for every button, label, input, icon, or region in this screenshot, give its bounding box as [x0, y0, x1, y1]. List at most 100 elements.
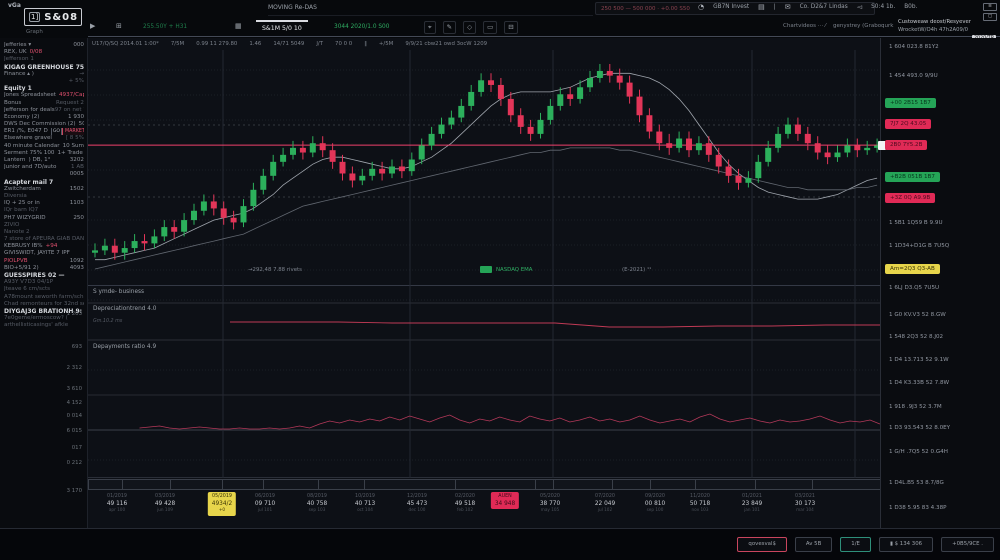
indicator-panes[interactable] [88, 285, 880, 478]
status-bar-button[interactable]: +0B5/9CE . [941, 537, 994, 552]
crosshair-icon[interactable]: ⌖ [424, 21, 436, 34]
bell-icon[interactable]: ▤ [758, 3, 765, 11]
scrollbar-segment[interactable] [364, 479, 456, 490]
status-bar-button[interactable]: ▮ $ 134 306 [879, 537, 933, 552]
watchlist-row[interactable]: BonusRequest 2 [4, 100, 84, 107]
watchlist-row[interactable]: 0005 [4, 171, 84, 178]
watchlist-row[interactable]: Chad remonteurs for 32nd service [4, 301, 84, 308]
scrollbar-segment[interactable] [553, 479, 613, 490]
watchlist-row[interactable]: Lantern) DB, 1°3202 [4, 157, 84, 164]
watchlist-row[interactable]: ZIVIO [4, 222, 84, 229]
grid-icon[interactable]: ▦ [235, 22, 242, 30]
chart-area[interactable]: U17/Q/SQ 2014.01 1:00*7/5M0.99 11 279.80… [88, 38, 880, 528]
time-axis-label[interactable]: 11/202050 718nov 103 [690, 494, 710, 514]
time-axis-label[interactable]: AUEN34 948 [491, 492, 519, 509]
watchlist-row[interactable]: KIGAG GREENHOUSE 756 [4, 64, 84, 71]
time-axis-label[interactable]: 03/201949 428jun 109 [155, 494, 175, 514]
watchlist-row[interactable]: IQr barn IQ7 [4, 207, 84, 214]
screenshot-icon[interactable]: ▭ [483, 21, 497, 34]
time-axis-label[interactable]: 07/202022 049jul 102 [595, 494, 615, 514]
header-menu-item[interactable]: Co. D2&7 Lindas [800, 4, 848, 10]
watchlist-row[interactable]: Serment 75% 1001+ Trade mix+7.00 [4, 150, 84, 157]
scrollbar-segment[interactable] [755, 479, 813, 490]
time-axis-label[interactable]: 06/201909 710jul 101 [255, 494, 275, 514]
watchlist-row[interactable]: Economy (2)1 930 [4, 114, 84, 121]
watchlist-row[interactable]: Jteave 6 cm/scts [4, 286, 84, 293]
watchlist-row[interactable]: KEBRUSY IB%+94 [4, 243, 84, 250]
add-icon[interactable]: ⊞ [116, 22, 122, 30]
watchlist-row[interactable]: Acapter mail 7 [4, 179, 84, 186]
toolbar-right-text-1[interactable]: Chartvideos ⋯ ⁄ [783, 23, 826, 29]
scrollbar-segment[interactable] [263, 479, 319, 490]
watchlist-row[interactable]: Finance ▴ )→ [4, 71, 84, 78]
time-axis-label[interactable]: 02/202049 518feb 102 [455, 494, 475, 514]
watchlist-row[interactable]: Elsewhere gravel[ 8 5% [4, 135, 84, 142]
scrollbar-segment[interactable] [455, 479, 535, 490]
watchlist-row[interactable]: arthellisticasings' afkle [4, 322, 84, 329]
watchlist-row[interactable]: + 5% [4, 78, 84, 85]
shapes-icon[interactable]: ◇ [463, 21, 476, 34]
scrollbar-segment[interactable] [812, 479, 881, 490]
watchlist-row[interactable]: Jones Spreadsheet4937/Cap130 2 [4, 92, 84, 99]
watchlist-row[interactable]: Junior and 7D/auto1 AB [4, 164, 84, 171]
header-menu-item[interactable]: | [774, 4, 776, 10]
clock-icon[interactable]: ◔ [698, 3, 704, 11]
play-icon[interactable]: ▶ [90, 22, 95, 30]
scrollbar-segment[interactable] [88, 479, 123, 490]
watchlist-row[interactable]: BIO+5/91 2)4093 [4, 265, 84, 272]
status-bar-button[interactable]: 1/E [840, 537, 871, 552]
status-bar-button[interactable]: qovesval$ [737, 537, 786, 552]
active-symbol-tab[interactable]: S&1M 5/0 10 [256, 20, 308, 32]
scrollbar-segment[interactable] [535, 479, 555, 490]
watchlist-row[interactable]: 7 store of APEURA GIAB DAN./GP [4, 236, 84, 243]
time-axis-label[interactable]: 01/202123 849jan 101 [742, 494, 762, 514]
draw-icon[interactable]: ✎ [443, 21, 456, 34]
mail-icon[interactable]: ✉ [785, 3, 791, 11]
symbol-selector[interactable]: 1] S&08 [24, 8, 82, 26]
watchlist-row[interactable]: A93Y V7D3 04/1P [4, 279, 84, 286]
corner-widget-icon[interactable]: ≡ [983, 3, 997, 11]
watchlist-row[interactable]: PH7 WIZYGRID250 [4, 215, 84, 222]
time-axis-label[interactable]: 09/202000 810sep 100 [645, 494, 665, 514]
period-scrollbar[interactable] [88, 479, 880, 490]
time-axis-label[interactable]: 10/201940 713oct 104 [355, 494, 375, 514]
watchlist-row[interactable]: Jefferson 1 [4, 56, 84, 63]
watchlist-row[interactable]: Jefferson for deals97 on net 7 B20 [4, 107, 84, 114]
time-axis[interactable]: 01/201949 116apr 100 03/201949 428jun 109… [88, 490, 880, 520]
scrollbar-segment[interactable] [122, 479, 171, 490]
row-alert-box[interactable]: MARKET/LAB [62, 128, 84, 135]
time-axis-label[interactable]: 05/202038 770may 105 [540, 494, 560, 514]
chevron-left-icon[interactable]: ◅ [857, 3, 862, 11]
watchlist-row[interactable]: DWS Dec Commission (2)500 10+07 (2) [4, 121, 84, 128]
layout-icon[interactable]: ⊟ [504, 21, 517, 34]
watchlist-row[interactable]: REX, UK0/08 [4, 49, 84, 56]
time-axis-label[interactable]: 03/202130 173mar 104 [795, 494, 815, 514]
watchlist-row[interactable]: 40 minute Calendar10 Sum0507 [4, 143, 84, 150]
watchlist-row[interactable]: GIVISWIDT, JAYITE 7 IPF [4, 250, 84, 257]
time-axis-label[interactable]: 08/201940 758sep 103 [307, 494, 327, 514]
scrollbar-segment[interactable] [695, 479, 756, 490]
scrollbar-segment[interactable] [222, 479, 263, 490]
watchlist-row[interactable]: PIOLPVB1092 [4, 258, 84, 265]
scrollbar-segment[interactable] [318, 479, 365, 490]
status-bar-button[interactable]: Av 5B [795, 537, 832, 552]
time-axis-label[interactable]: 05/20194934/2+0 [208, 492, 236, 516]
time-axis-label[interactable]: 01/201949 116apr 100 [107, 494, 127, 514]
header-menu-item[interactable]: B0b. [904, 4, 917, 10]
watchlist-row[interactable]: Nanote 2 [4, 229, 84, 236]
watchlist-row[interactable]: A78mount seworth farm/sch [4, 294, 84, 301]
scrollbar-segment[interactable] [612, 479, 651, 490]
header-menu-item[interactable]: S0:4 1b. [871, 4, 895, 10]
scrollbar-segment[interactable] [650, 479, 696, 490]
watchlist-row[interactable]: Zwitcherdam1502 [4, 186, 84, 193]
watchlist-row[interactable]: IQ + 25 or in1103 [4, 200, 84, 207]
time-axis-label[interactable]: 12/201945 473dec 100 [407, 494, 427, 514]
scrollbar-segment[interactable] [170, 479, 223, 490]
toolbar-right-text-2[interactable]: genystrey (Graboqurk [833, 23, 893, 29]
header-menu-item[interactable]: GB7N Invest [713, 4, 749, 10]
watchlist-row[interactable]: Diversia [4, 193, 84, 200]
watchlist-row[interactable]: ER1 /%, E047 DGOMARKET/LAB [4, 128, 84, 135]
watchlist-row[interactable]: GUESSPIRES 02 — [4, 272, 84, 279]
watchlist-row[interactable]: Equity 1 [4, 85, 84, 92]
price-axis[interactable]: 1 604 023.8 81Y21 454 493.0 9/9U+00 2B15… [880, 38, 1000, 528]
